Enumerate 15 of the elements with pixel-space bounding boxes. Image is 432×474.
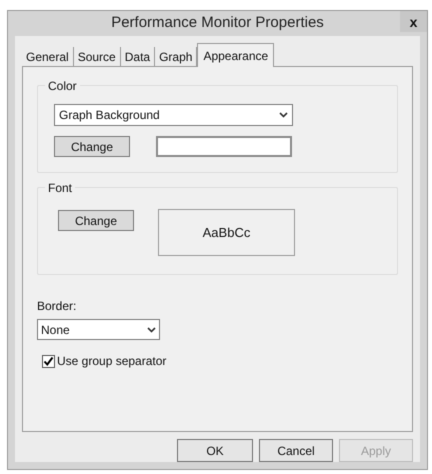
change-button[interactable]: Change [58,210,134,231]
tab[interactable]: Appearance [197,43,274,67]
dialog-button[interactable]: OK [177,439,253,462]
checkbox[interactable] [42,354,55,368]
border-label: Border: [37,298,78,315]
chevron-down-icon [147,326,156,332]
font-preview: AaBbCc [158,209,295,256]
checkbox-label: Use group separator [57,353,166,370]
color-dropdown[interactable]: Graph Background [54,104,293,126]
window-title: Performance Monitor Properties [111,13,324,34]
change-button[interactable]: Change [54,136,130,157]
close-button[interactable]: x [400,11,427,32]
chevron-down-icon [279,112,288,118]
border-dropdown[interactable]: None [37,319,160,340]
dialog-button[interactable]: Cancel [259,439,333,462]
